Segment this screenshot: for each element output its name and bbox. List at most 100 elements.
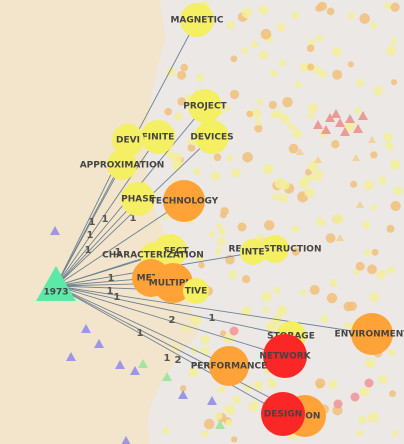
background-point [246,110,254,118]
background-point [217,386,225,394]
background-triangle [50,226,60,235]
background-point [180,63,188,72]
background-point [326,292,338,304]
background-point [317,1,327,11]
node-technology-label: TECHNOLOGY [150,197,219,207]
background-point [356,429,364,437]
background-point [195,73,205,83]
node-tive[interactable]: TIVE [183,278,209,304]
background-point [331,140,340,149]
background-point [198,262,205,269]
background-point [253,380,263,391]
background-point [378,176,387,185]
background-point [359,13,371,24]
node-tive-label: TIVE [185,287,208,297]
background-point [164,107,172,116]
background-point [371,248,379,256]
edge-weight-multiple: 1 [108,273,115,284]
background-point [390,200,401,212]
background-point [270,110,278,118]
background-point [332,69,343,80]
background-point [231,168,241,178]
background-point [386,224,395,233]
background-point [220,330,226,337]
background-point [320,315,329,324]
background-point [347,12,355,20]
background-point [226,155,234,162]
background-point [331,47,342,58]
background-triangle [66,352,76,361]
node-design[interactable]: DESIGN [261,392,305,436]
edge-weight-characterization: 1 [85,245,92,256]
background-point [364,249,371,257]
background-point [307,112,315,120]
background-point [291,11,300,20]
background-point [276,23,286,32]
background-point [359,386,370,397]
node-inte[interactable]: INTE [240,239,266,265]
background-point [328,379,338,389]
background-point [304,187,315,198]
background-point [269,69,278,77]
background-point [200,346,210,356]
background-point [310,174,318,181]
background-point [370,151,378,159]
edge-weight-design: 2 [175,355,182,366]
background-point [387,266,395,274]
background-point [367,264,377,275]
background-point [174,112,183,121]
background-point [263,163,274,175]
background-point [315,217,326,227]
node-design-label: DESIGN [264,410,302,420]
background-point [364,378,374,388]
background-point [217,237,227,246]
background-point [214,412,223,420]
background-point [347,61,354,68]
background-point [273,286,281,294]
background-point [215,247,222,255]
background-point [307,63,315,71]
background-point [302,175,312,185]
background-point [224,404,236,416]
background-point [208,231,216,238]
background-point [262,306,269,314]
background-point [201,430,209,438]
background-point [231,436,238,443]
background-point [376,269,387,280]
background-point [299,289,306,296]
node-finite[interactable]: FINITE [141,120,175,154]
background-point [333,399,343,409]
background-point [378,374,388,384]
background-point [369,22,377,29]
background-point [362,220,371,229]
background-triangle [81,324,91,333]
background-point [350,180,358,188]
background-point [291,225,300,234]
background-point [258,50,269,60]
background-point [243,384,251,392]
network-graph[interactable]: 1 1 111 11111211 2 MAGNETICPROJECTFINITE DEVI… [0,0,404,444]
background-point [365,358,375,369]
background-point [276,305,288,317]
background-point [356,78,365,87]
node-finite-label: FINITE [142,133,175,143]
background-point [257,99,264,106]
background-point [282,97,293,108]
edge-weight-effect: 1 [87,230,94,241]
background-point [368,412,379,423]
node-performance-label: PERFORMANCE [191,362,268,372]
background-point [213,153,222,162]
background-point [306,44,315,53]
background-point [309,284,320,295]
background-point [279,59,287,67]
background-point [383,132,393,142]
background-triangle [121,436,131,444]
background-point [315,34,324,42]
background-point [216,223,223,230]
background-point [271,193,279,201]
background-point [390,37,397,45]
background-point [242,152,253,163]
background-triangle [115,360,125,369]
background-point [177,70,187,80]
background-point [294,81,302,89]
